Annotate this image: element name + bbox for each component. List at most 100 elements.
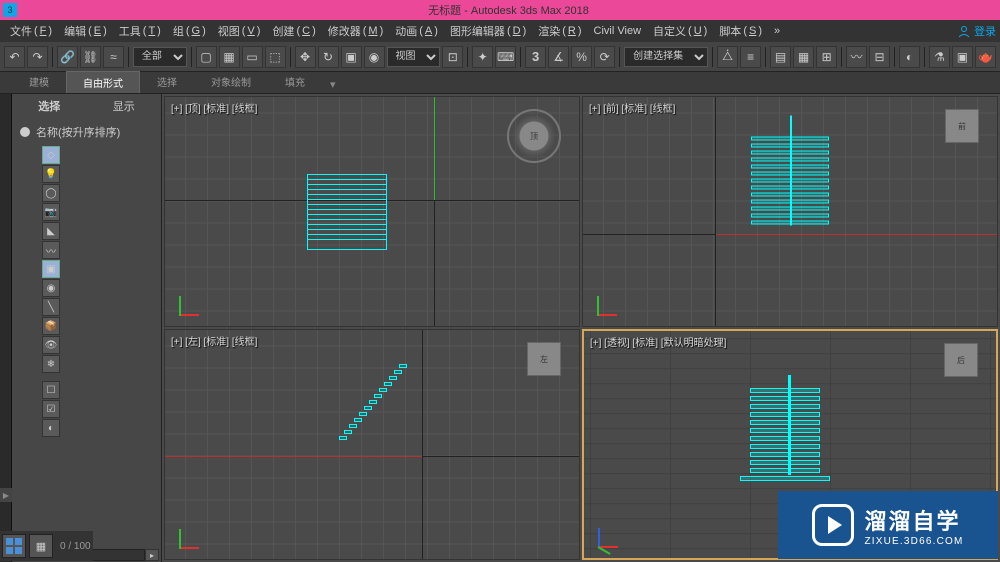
- filter-bones-icon[interactable]: ╲: [42, 298, 60, 316]
- viewport-persp-label[interactable]: [+] [透视] [标准] [默认明暗处理]: [590, 334, 726, 349]
- filter-helpers-icon[interactable]: ◣: [42, 222, 60, 240]
- ribbon-button[interactable]: ⊞: [816, 46, 837, 68]
- viewcube-left[interactable]: 左: [527, 342, 561, 376]
- filter-frozen-icon[interactable]: 👁: [42, 336, 60, 354]
- filter-cameras-icon[interactable]: 📷: [42, 203, 60, 221]
- filter-containers-icon[interactable]: 📦: [42, 317, 60, 335]
- stairs-object-front[interactable]: [751, 134, 829, 225]
- viewport-top[interactable]: [+] [顶] [标准] [线框] 顶: [164, 96, 580, 327]
- viewcube-persp[interactable]: 后: [944, 343, 978, 377]
- center-button[interactable]: ⊡: [442, 46, 463, 68]
- menu-modifiers[interactable]: 修改器(M): [322, 21, 390, 41]
- menu-graph-editors[interactable]: 图形编辑器(D): [444, 21, 532, 41]
- menu-file[interactable]: 文件(F): [4, 21, 58, 41]
- viewport-left[interactable]: [+] [左] [标准] [线框] 左: [164, 329, 580, 560]
- sort-header-label: 名称(按升序排序): [36, 124, 120, 140]
- selection-set-dropdown[interactable]: 创建选择集: [624, 47, 708, 67]
- selection-filter[interactable]: 全部: [133, 47, 187, 67]
- viewport-left-label[interactable]: [+] [左] [标准] [线框]: [171, 333, 257, 348]
- select-object-button[interactable]: ▢: [196, 46, 217, 68]
- percent-snap-button[interactable]: %: [571, 46, 592, 68]
- ribbon-tab-freeform[interactable]: 自由形式: [66, 71, 140, 93]
- scale-button[interactable]: ▣: [341, 46, 362, 68]
- menu-civil-view[interactable]: Civil View: [588, 23, 647, 39]
- place-button[interactable]: ◉: [364, 46, 385, 68]
- menu-tools[interactable]: 工具(T): [113, 21, 167, 41]
- viewport-layout-button[interactable]: [2, 534, 26, 558]
- panel-tab-select[interactable]: 选择: [12, 94, 87, 118]
- filter-invert-icon[interactable]: ◐: [42, 419, 60, 437]
- sidebar-expand-button[interactable]: ▶: [0, 488, 12, 502]
- render-setup-button[interactable]: ⚗: [929, 46, 950, 68]
- render-prod-button[interactable]: 🫖: [975, 46, 996, 68]
- watermark-title: 溜溜自学: [864, 504, 963, 536]
- scene-sort-header[interactable]: 名称(按升序排序): [12, 118, 161, 146]
- explorer-button[interactable]: ▦: [793, 46, 814, 68]
- login-button[interactable]: 登录: [957, 23, 996, 39]
- filter-shapes-icon[interactable]: ◯: [42, 184, 60, 202]
- menu-maxscript[interactable]: 脚本(S): [713, 21, 768, 41]
- ribbon-collapse-button[interactable]: ▾: [326, 76, 340, 93]
- stairs-object-top[interactable]: [307, 174, 387, 250]
- menu-customize[interactable]: 自定义(U): [647, 21, 713, 41]
- coord-system[interactable]: 视图: [387, 47, 441, 67]
- render-frame-button[interactable]: ▣: [952, 46, 973, 68]
- menu-create[interactable]: 创建(C): [266, 21, 321, 41]
- ribbon-tab-modeling[interactable]: 建模: [12, 70, 66, 93]
- ribbon-tab-paint[interactable]: 对象绘制: [194, 70, 268, 93]
- select-rect-button[interactable]: ▭: [242, 46, 263, 68]
- user-icon: [957, 24, 971, 38]
- manipulate-button[interactable]: ✦: [472, 46, 493, 68]
- app-icon: 3: [3, 3, 17, 17]
- gizmo-top: [179, 286, 209, 316]
- menu-rendering[interactable]: 渲染(R): [532, 21, 587, 41]
- gizmo-left: [179, 519, 209, 549]
- redo-button[interactable]: ↷: [27, 46, 48, 68]
- menu-group[interactable]: 组(G): [167, 21, 212, 41]
- ribbon-tab-populate[interactable]: 填充: [268, 70, 322, 93]
- filter-geometry-icon[interactable]: ◇: [42, 146, 60, 164]
- filter-lights-icon[interactable]: 💡: [42, 165, 60, 183]
- angle-snap-button[interactable]: ∡: [548, 46, 569, 68]
- move-button[interactable]: ✥: [295, 46, 316, 68]
- gizmo-front: [597, 286, 627, 316]
- scroll-right-button[interactable]: ▸: [145, 549, 159, 561]
- menu-animation[interactable]: 动画(A): [389, 21, 444, 41]
- undo-button[interactable]: ↶: [4, 46, 25, 68]
- filter-xrefs-icon[interactable]: ◉: [42, 279, 60, 297]
- select-name-button[interactable]: ▦: [219, 46, 240, 68]
- viewport-shade-button[interactable]: ▦: [29, 534, 53, 558]
- spinner-snap-button[interactable]: ⟳: [594, 46, 615, 68]
- filter-none-icon[interactable]: ☐: [42, 381, 60, 399]
- menu-views[interactable]: 视图(V): [212, 21, 267, 41]
- bind-button[interactable]: ≈: [103, 46, 124, 68]
- snap-button[interactable]: 3: [525, 46, 546, 68]
- filter-all-icon[interactable]: ☑: [42, 400, 60, 418]
- menubar: 文件(F) 编辑(E) 工具(T) 组(G) 视图(V) 创建(C) 修改器(M…: [0, 20, 1000, 42]
- stairs-object-persp[interactable]: [750, 385, 830, 481]
- viewcube-front[interactable]: 前: [945, 109, 979, 143]
- viewport-top-label[interactable]: [+] [顶] [标准] [线框]: [171, 100, 257, 115]
- filter-hidden-icon[interactable]: ❄: [42, 355, 60, 373]
- menu-edit[interactable]: 编辑(E): [58, 21, 113, 41]
- rotate-button[interactable]: ↻: [318, 46, 339, 68]
- viewport-front-label[interactable]: [+] [前] [标准] [线框]: [589, 100, 675, 115]
- curve-editor-button[interactable]: 〰: [846, 46, 867, 68]
- ribbon-tab-selection[interactable]: 选择: [140, 70, 194, 93]
- unlink-button[interactable]: ⛓: [80, 46, 101, 68]
- viewport-front[interactable]: [+] [前] [标准] [线框] 前: [582, 96, 998, 327]
- link-button[interactable]: 🔗: [57, 46, 78, 68]
- align-button[interactable]: ≡: [740, 46, 761, 68]
- material-button[interactable]: ◐: [899, 46, 920, 68]
- filter-warps-icon[interactable]: 〰: [42, 241, 60, 259]
- mirror-button[interactable]: ⧊: [717, 46, 738, 68]
- keyboard-button[interactable]: ⌨: [495, 46, 516, 68]
- filter-groups-icon[interactable]: ▣: [42, 260, 60, 278]
- menu-more[interactable]: »: [768, 23, 786, 39]
- schematic-button[interactable]: ⊟: [869, 46, 890, 68]
- layers-button[interactable]: ▤: [770, 46, 791, 68]
- select-window-button[interactable]: ⬚: [265, 46, 286, 68]
- panel-tab-display[interactable]: 显示: [87, 94, 162, 118]
- viewcube-top[interactable]: 顶: [507, 109, 561, 163]
- play-icon: [812, 504, 854, 546]
